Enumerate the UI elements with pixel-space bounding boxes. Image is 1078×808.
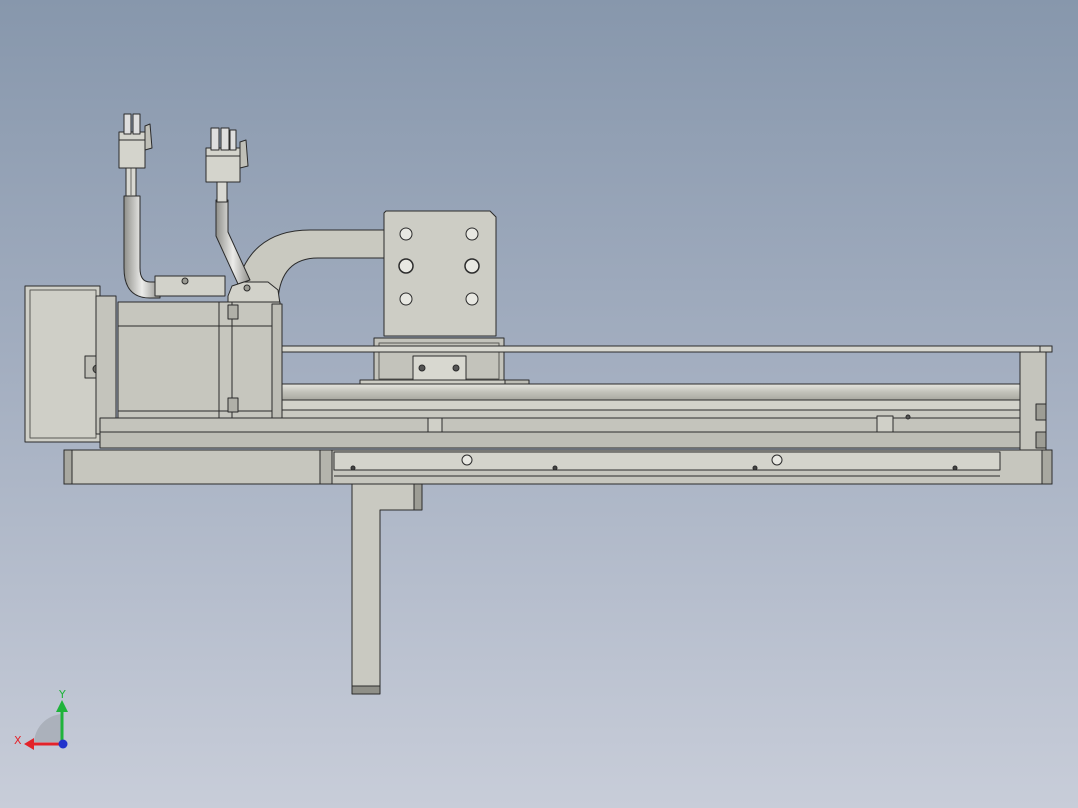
triad-plane-icon [34,714,62,742]
x-axis-label: X [14,734,22,747]
coordinate-triad: Y X [14,688,68,750]
y-axis-label: Y [58,688,66,701]
z-axis-dot [58,739,68,749]
graphics-viewport[interactable]: Y X [0,0,1078,808]
